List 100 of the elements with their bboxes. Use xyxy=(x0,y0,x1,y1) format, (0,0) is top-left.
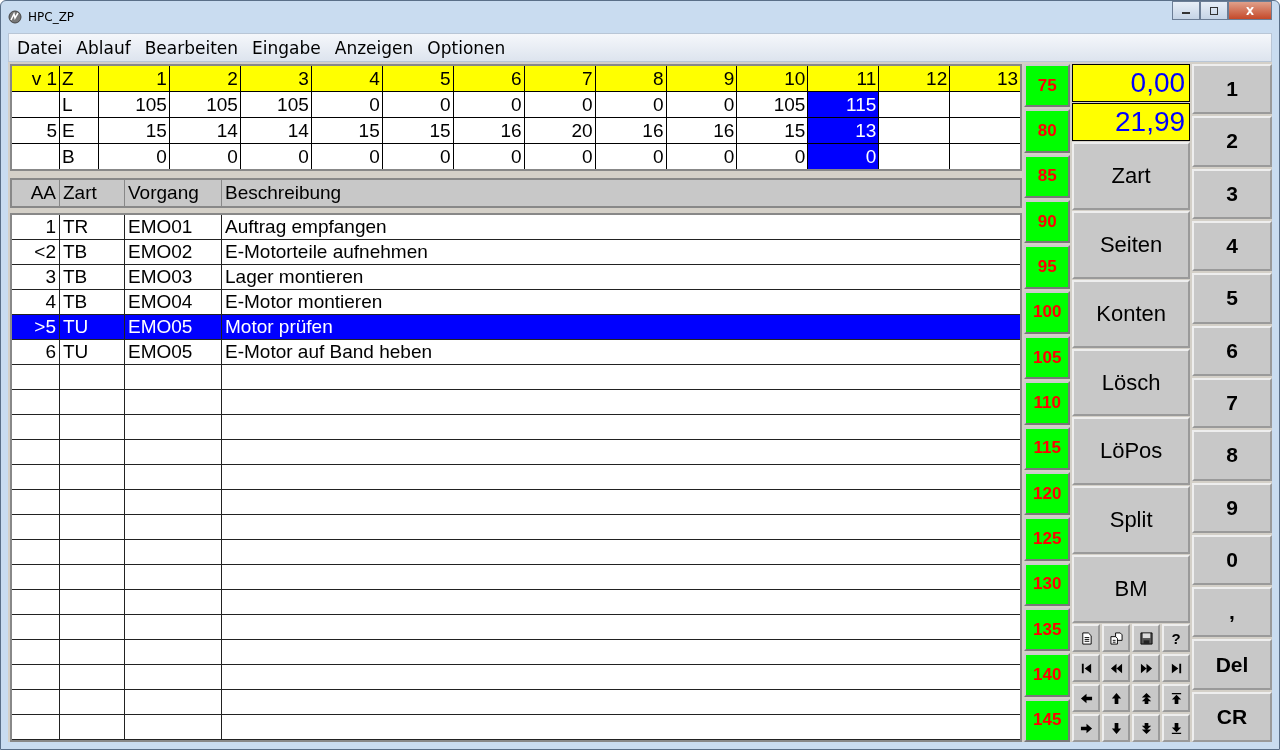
grid-column-header[interactable]: 4 xyxy=(311,66,383,91)
list-row[interactable]: <2 TB EMO02 E-Motorteile aufnehmen xyxy=(12,240,1021,265)
grid-cell: 105 xyxy=(169,92,241,117)
toolbar-button[interactable] xyxy=(1072,684,1101,712)
menu-item[interactable]: Bearbeiten xyxy=(144,37,239,58)
table-cell: TB xyxy=(60,240,125,264)
grid-column-header[interactable]: 1 xyxy=(99,66,170,91)
keypad-key[interactable]: 4 xyxy=(1192,220,1272,272)
keypad-key[interactable]: 2 xyxy=(1192,116,1272,167)
grid-column-header[interactable]: 8 xyxy=(595,66,667,91)
list-row[interactable]: 6 TU EMO05 E-Motor auf Band heben xyxy=(12,340,1021,365)
list-row[interactable]: 3 TB EMO03 Lager montieren xyxy=(12,265,1021,290)
toolbar-button[interactable] xyxy=(1072,654,1101,682)
table-cell: TB xyxy=(60,290,125,314)
toolbar-button[interactable] xyxy=(1102,624,1131,652)
table-cell: TU xyxy=(60,340,125,364)
keypad-key[interactable]: 9 xyxy=(1192,482,1272,533)
grid-cell: 0 xyxy=(453,92,525,117)
menu-item[interactable]: Datei xyxy=(17,37,63,58)
toolbar-button[interactable] xyxy=(1102,684,1131,712)
keypad-key[interactable]: 3 xyxy=(1192,168,1272,219)
grid-row-label: B xyxy=(60,144,99,169)
toolbar-button[interactable] xyxy=(1132,714,1161,742)
toolbar-button[interactable] xyxy=(1162,654,1191,682)
table-cell: EMO01 xyxy=(125,215,222,239)
up-arrow-icon xyxy=(1109,691,1123,705)
list-row[interactable]: 1 TR EMO01 Auftrag empfangen xyxy=(12,215,1021,240)
toolbar-button[interactable] xyxy=(1132,624,1161,652)
grid-column-header[interactable]: 7 xyxy=(524,66,596,91)
menu-item[interactable]: Eingabe xyxy=(252,37,321,58)
grid-column-header[interactable]: 11 xyxy=(808,66,880,91)
grid-cell: 0 xyxy=(666,144,738,169)
table-cell: TB xyxy=(60,265,125,289)
toolbar-button[interactable] xyxy=(1072,714,1101,742)
grid-cell: 0 xyxy=(808,144,880,169)
function-button[interactable]: Lösch xyxy=(1072,348,1191,417)
arrow-to-bottom-icon xyxy=(1169,721,1183,735)
grid-cell: 16 xyxy=(453,118,525,143)
document-icon xyxy=(1079,631,1093,645)
grid-header-cell: Z xyxy=(60,66,99,91)
column-header[interactable]: AA xyxy=(12,180,60,206)
grid-column-header[interactable]: 13 xyxy=(950,66,1021,91)
keypad-key[interactable]: CR xyxy=(1192,691,1272,743)
column-header[interactable]: Beschreibung xyxy=(222,180,1021,206)
menu-item[interactable]: Ablauf xyxy=(76,37,131,58)
minimize-button[interactable] xyxy=(1172,1,1200,20)
value-display: 0,00 xyxy=(1072,64,1191,102)
grid-cell: 0 xyxy=(524,92,596,117)
toolbar-button[interactable] xyxy=(1162,684,1191,712)
maximize-button[interactable] xyxy=(1200,1,1228,20)
table-cell: <2 xyxy=(12,240,60,264)
function-button[interactable]: Split xyxy=(1072,486,1191,555)
table-cell: TR xyxy=(60,215,125,239)
grid-column-header[interactable]: 3 xyxy=(240,66,312,91)
toolbar-button[interactable] xyxy=(1102,654,1131,682)
keypad-key[interactable]: 5 xyxy=(1192,273,1272,324)
grid-cell: 0 xyxy=(666,92,738,117)
keypad-key[interactable]: , xyxy=(1192,587,1272,638)
double-down-arrow-icon xyxy=(1139,721,1153,735)
keypad-key[interactable]: 1 xyxy=(1192,64,1272,115)
grid-cell: 16 xyxy=(666,118,738,143)
table-cell: TU xyxy=(60,315,125,339)
grid-column-header[interactable]: 6 xyxy=(453,66,525,91)
toolbar-button[interactable] xyxy=(1102,714,1131,742)
skip-last-icon xyxy=(1169,661,1183,675)
grid-column-header[interactable]: 9 xyxy=(666,66,738,91)
grid-column-header[interactable]: 12 xyxy=(879,66,951,91)
grid-cell: 105 xyxy=(240,92,312,117)
keypad-key[interactable]: 8 xyxy=(1192,430,1272,481)
grid-cell: 0 xyxy=(453,144,525,169)
value-display: 21,99 xyxy=(1072,103,1191,141)
function-button[interactable]: Zart xyxy=(1072,142,1191,210)
function-button[interactable]: LöPos xyxy=(1072,417,1191,486)
function-button[interactable]: BM xyxy=(1072,555,1191,623)
table-cell: >5 xyxy=(12,315,60,339)
grid-column-header[interactable]: 2 xyxy=(169,66,241,91)
table-cell: EMO04 xyxy=(125,290,222,314)
double-left-arrow-icon xyxy=(1109,661,1123,675)
toolbar-button[interactable] xyxy=(1072,624,1101,652)
function-button[interactable]: Konten xyxy=(1072,279,1191,348)
table-cell-text: Lager montieren xyxy=(224,265,365,289)
close-button[interactable] xyxy=(1228,1,1272,20)
function-button[interactable]: Seiten xyxy=(1072,210,1191,279)
menu-item[interactable]: Optionen xyxy=(427,37,506,58)
toolbar-button[interactable] xyxy=(1132,684,1161,712)
keypad-key[interactable]: Del xyxy=(1192,639,1272,690)
keypad-key[interactable]: 0 xyxy=(1192,534,1272,586)
help-button[interactable]: ? xyxy=(1162,624,1191,652)
grid-cell: 14 xyxy=(169,118,241,143)
grid-column-header[interactable]: 5 xyxy=(382,66,454,91)
column-header[interactable]: Zart xyxy=(60,180,125,206)
menu-item[interactable]: Anzeigen xyxy=(334,37,414,58)
grid-cell: 20 xyxy=(524,118,596,143)
keypad-key[interactable]: 7 xyxy=(1192,377,1272,429)
toolbar-button[interactable] xyxy=(1132,654,1161,682)
keypad-key[interactable]: 6 xyxy=(1192,325,1272,376)
grid-column-header[interactable]: 10 xyxy=(737,66,809,91)
column-header[interactable]: Vorgang xyxy=(125,180,222,206)
list-row[interactable]: >5 TU EMO05 Motor prüfen xyxy=(12,315,1021,340)
toolbar-button[interactable] xyxy=(1162,714,1191,742)
